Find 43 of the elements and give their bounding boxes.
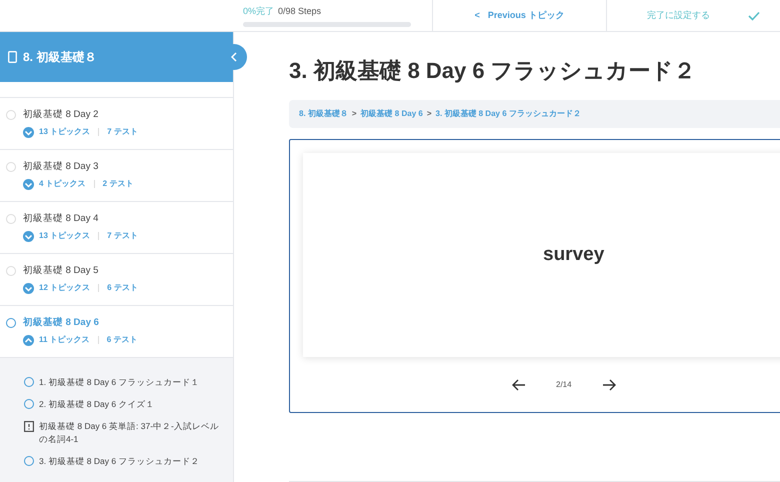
section-title[interactable]: 初級基礎 8 Day 2 [23,108,98,122]
test-count: 7 テスト [107,230,138,242]
arrow-right-icon[interactable] [602,379,616,391]
arrow-left-icon[interactable] [512,379,526,391]
lesson-title[interactable]: 初級基礎 8 Day 6 英単語: 37-中２-入試レベルの名詞4-1 [39,420,219,446]
breadcrumb-separator: > [426,108,432,120]
section-title[interactable]: 初級基礎 8 Day 4 [23,212,98,226]
test-count: 6 テスト [107,282,138,294]
topic-count: 11 トピックス [39,334,90,346]
chevron-up-icon[interactable] [23,334,34,346]
chevron-down-icon[interactable] [23,178,34,190]
flashcard-word: survey [543,242,604,267]
section-title[interactable]: 初級基礎 8 Day 3 [23,160,98,174]
divider [94,180,95,188]
test-count: 2 テスト [102,178,134,190]
chevron-down-icon[interactable] [23,230,34,242]
chevron-down-icon[interactable] [23,282,34,294]
test-count: 7 テスト [107,126,138,138]
divider [98,284,100,292]
topic-count: 13 トピックス [39,230,90,242]
lesson-title[interactable]: 2. 初級基礎 8 Day 6 クイズ１ [39,398,154,411]
breadcrumb-separator: > [352,108,357,120]
divider [98,232,100,240]
divider [98,128,100,136]
test-count: 6 テスト [106,334,138,346]
topic-count: 12 トピックス [39,282,90,294]
quiz-icon [24,421,34,432]
book-icon [8,51,17,63]
chevron-left-icon: < [474,8,480,22]
progress-percent: 0%完了 [243,5,274,18]
check-icon [748,10,760,20]
topic-count: 4 トピックス [39,178,86,190]
section-title[interactable]: 初級基礎 8 Day 5 [23,264,98,278]
progress-steps: 0/98 Steps [278,5,322,18]
lesson-title[interactable]: 1. 初級基礎 8 Day 6 フラッシュカード１ [39,376,200,389]
lesson-title[interactable]: 3. 初級基礎 8 Day 6 フラッシュカード２ [39,455,200,468]
card-counter: 2/14 [556,379,572,391]
sidebar-title: 8. 初級基礎８ [23,49,96,66]
divider [98,336,99,344]
page-title: 3. 初級基礎 8 Day 6 フラッシュカード２ [289,57,697,85]
chevron-left-icon [231,52,237,62]
topic-count: 13 トピックス [39,126,90,138]
chevron-down-icon[interactable] [23,126,34,138]
